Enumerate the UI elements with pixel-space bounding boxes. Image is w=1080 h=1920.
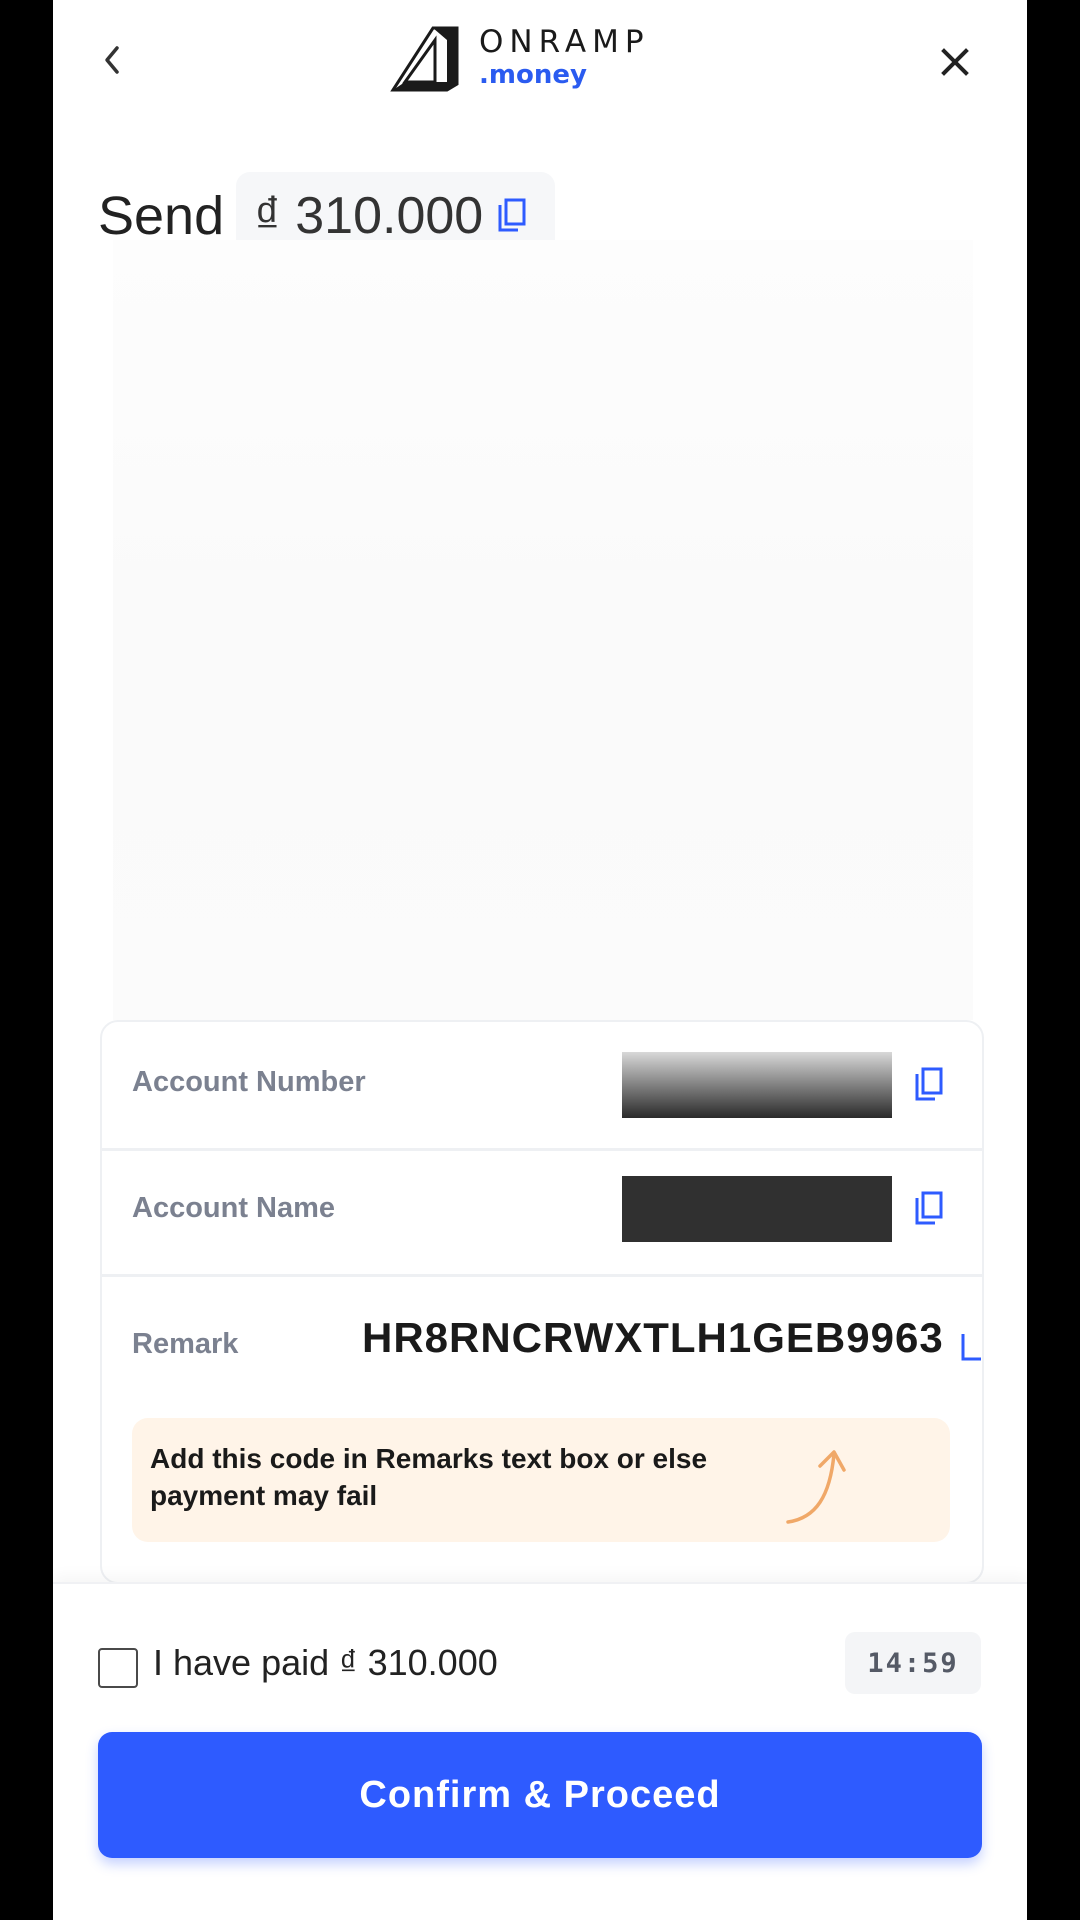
- send-label: Send: [98, 186, 225, 246]
- close-button[interactable]: [933, 40, 977, 84]
- copy-icon: [915, 1067, 943, 1101]
- send-amount: ₫ 310.000: [254, 187, 484, 245]
- countdown-timer: 14:59: [845, 1632, 981, 1694]
- remark-code: HR8RNCRWXTLH1GEB9963: [362, 1314, 944, 1361]
- account-name-row: Account Name: [102, 1148, 982, 1277]
- curved-arrow-icon: [786, 1450, 846, 1524]
- copy-icon: [915, 1191, 943, 1225]
- account-number-redacted: [622, 1052, 892, 1118]
- brand-name: ONRAMP: [479, 24, 650, 60]
- account-name-label: Account Name: [132, 1192, 336, 1224]
- account-number-row: Account Number: [102, 1022, 982, 1151]
- copy-amount-button[interactable]: [497, 197, 531, 235]
- confirm-proceed-button[interactable]: Confirm & Proceed: [98, 1732, 982, 1858]
- paid-checkbox[interactable]: [98, 1648, 138, 1688]
- header: ONRAMP .money: [53, 0, 1027, 130]
- remark-row: Remark HR8RNCRWXTLH1GEB9963 Add this cod…: [102, 1274, 982, 1582]
- account-name-redacted: [622, 1176, 892, 1242]
- onramp-logo: ONRAMP .money: [387, 24, 650, 94]
- remark-warning-text: Add this code in Remarks text box or els…: [150, 1443, 708, 1511]
- copy-remark-button[interactable]: [960, 1326, 982, 1366]
- paid-label[interactable]: I have paid ₫ 310.000: [153, 1642, 498, 1684]
- remark-warning: Add this code in Remarks text box or els…: [132, 1418, 950, 1542]
- chevron-left-icon: [105, 46, 119, 74]
- footer-bar: I have paid ₫ 310.000 14:59 Confirm & Pr…: [53, 1582, 1027, 1920]
- copy-icon: [498, 198, 526, 232]
- onramp-payment-screen: ONRAMP .money Send ₫ 310.000 Account Num…: [53, 0, 1027, 1920]
- copy-account-name-button[interactable]: [914, 1190, 948, 1230]
- bank-details-card: Account Number Account Name Remark HR8RN…: [100, 1020, 984, 1584]
- onramp-logo-mark-icon: [390, 26, 459, 92]
- brand-sub: .money: [479, 60, 587, 90]
- close-icon: [941, 48, 969, 76]
- qr-code-area: [113, 240, 973, 1020]
- copy-account-number-button[interactable]: [914, 1066, 948, 1106]
- copy-icon: [961, 1334, 981, 1361]
- account-number-label: Account Number: [132, 1066, 366, 1098]
- back-button[interactable]: [93, 40, 133, 80]
- remark-label: Remark: [132, 1328, 239, 1360]
